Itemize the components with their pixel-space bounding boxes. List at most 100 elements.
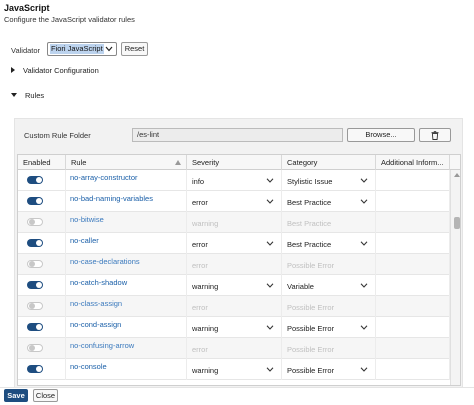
validator-configuration-toggle[interactable]: Validator Configuration: [11, 64, 99, 76]
severity-value: warning: [192, 219, 219, 228]
rule-link[interactable]: no-console: [70, 362, 107, 371]
additional-info-cell: [376, 170, 450, 191]
toggle-knob: [36, 324, 42, 330]
additional-info-cell: [376, 275, 450, 296]
toggle-knob: [29, 261, 35, 267]
enabled-cell: [18, 338, 66, 359]
toggle-knob: [29, 303, 35, 309]
validator-label: Validator: [11, 46, 41, 55]
column-header-severity[interactable]: Severity: [187, 155, 282, 170]
column-header-enabled[interactable]: Enabled: [18, 155, 66, 170]
category-dropdown[interactable]: Best Practice: [282, 212, 376, 233]
rule-link[interactable]: no-cond-assign: [70, 320, 121, 329]
category-value: Best Practice: [287, 219, 332, 228]
enabled-cell: [18, 275, 66, 296]
caret-right-icon: [11, 67, 15, 73]
additional-info-cell: [376, 296, 450, 317]
severity-value: info: [192, 177, 205, 186]
enabled-toggle[interactable]: [27, 365, 43, 373]
severity-dropdown[interactable]: error: [187, 191, 282, 212]
category-value: Possible Error: [287, 303, 335, 312]
severity-dropdown[interactable]: error: [187, 296, 282, 317]
category-dropdown[interactable]: Variable: [282, 275, 376, 296]
toggle-knob: [36, 198, 42, 204]
enabled-cell: [18, 233, 66, 254]
severity-dropdown[interactable]: warning: [187, 359, 282, 380]
rule-link[interactable]: no-bad-naming-variables: [70, 194, 153, 203]
severity-dropdown[interactable]: warning: [187, 212, 282, 233]
additional-info-cell: [376, 359, 450, 380]
enabled-toggle[interactable]: [27, 197, 43, 205]
rule-link[interactable]: no-confusing-arrow: [70, 341, 134, 350]
chevron-down-icon: [266, 178, 274, 183]
toggle-knob: [36, 177, 42, 183]
category-dropdown[interactable]: Possible Error: [282, 254, 376, 275]
enabled-toggle[interactable]: [27, 176, 43, 184]
custom-rule-folder-field[interactable]: /es-lint: [132, 128, 343, 142]
column-header-additional-info[interactable]: Additional Inform...: [376, 155, 450, 170]
rule-link[interactable]: no-bitwise: [70, 215, 104, 224]
category-value: Best Practice: [287, 198, 332, 207]
dialog-header: JavaScript Configure the JavaScript vali…: [0, 0, 474, 32]
rule-link[interactable]: no-caller: [70, 236, 99, 245]
enabled-toggle[interactable]: [27, 344, 43, 352]
severity-value: warning: [192, 366, 219, 375]
severity-dropdown[interactable]: warning: [187, 275, 282, 296]
toggle-knob: [36, 240, 42, 246]
severity-value: error: [192, 303, 208, 312]
rule-link[interactable]: no-case-declarations: [70, 257, 140, 266]
enabled-toggle[interactable]: [27, 281, 43, 289]
category-dropdown[interactable]: Stylistic Issue: [282, 170, 376, 191]
rule-link[interactable]: no-array-constructor: [70, 173, 138, 182]
category-dropdown[interactable]: Possible Error: [282, 338, 376, 359]
rule-cell: no-case-declarations: [66, 254, 187, 275]
enabled-toggle[interactable]: [27, 218, 43, 226]
additional-info-cell: [376, 191, 450, 212]
severity-dropdown[interactable]: warning: [187, 317, 282, 338]
column-header-category[interactable]: Category: [282, 155, 376, 170]
category-dropdown[interactable]: Best Practice: [282, 191, 376, 212]
table-scrollbar[interactable]: [450, 170, 460, 385]
rule-cell: no-bitwise: [66, 212, 187, 233]
severity-dropdown[interactable]: error: [187, 233, 282, 254]
severity-value: error: [192, 198, 208, 207]
save-button[interactable]: Save: [4, 389, 28, 402]
custom-rule-folder-label: Custom Rule Folder: [24, 131, 91, 140]
enabled-toggle[interactable]: [27, 239, 43, 247]
enabled-toggle[interactable]: [27, 323, 43, 331]
column-header-rule[interactable]: Rule: [66, 155, 187, 170]
category-dropdown[interactable]: Possible Error: [282, 359, 376, 380]
toggle-knob: [29, 345, 35, 351]
rules-toggle[interactable]: Rules: [11, 89, 44, 101]
enabled-cell: [18, 191, 66, 212]
enabled-toggle[interactable]: [27, 260, 43, 268]
severity-dropdown[interactable]: error: [187, 338, 282, 359]
enabled-toggle[interactable]: [27, 302, 43, 310]
chevron-down-icon: [360, 241, 368, 246]
browse-button[interactable]: Browse...: [347, 128, 415, 142]
rule-cell: no-cond-assign: [66, 317, 187, 338]
category-dropdown[interactable]: Best Practice: [282, 233, 376, 254]
chevron-down-icon: [105, 46, 113, 52]
toggle-knob: [29, 219, 35, 225]
validator-select[interactable]: Fiori JavaScript: [47, 42, 117, 56]
scrollbar-thumb[interactable]: [454, 217, 460, 229]
rule-cell: no-class-assign: [66, 296, 187, 317]
category-value: Possible Error: [287, 366, 335, 375]
additional-info-cell: [376, 338, 450, 359]
rule-link[interactable]: no-class-assign: [70, 299, 122, 308]
delete-folder-button[interactable]: [419, 128, 451, 142]
chevron-down-icon: [360, 283, 368, 288]
toggle-knob: [36, 282, 42, 288]
severity-dropdown[interactable]: info: [187, 170, 282, 191]
category-dropdown[interactable]: Possible Error: [282, 317, 376, 338]
dialog-subtitle: Configure the JavaScript validator rules: [4, 15, 135, 24]
severity-dropdown[interactable]: error: [187, 254, 282, 275]
rule-cell: no-bad-naming-variables: [66, 191, 187, 212]
reset-button[interactable]: Reset: [121, 42, 148, 56]
chevron-down-icon: [266, 199, 274, 204]
close-button[interactable]: Close: [33, 389, 58, 402]
rule-link[interactable]: no-catch-shadow: [70, 278, 127, 287]
category-dropdown[interactable]: Possible Error: [282, 296, 376, 317]
chevron-down-icon: [266, 241, 274, 246]
